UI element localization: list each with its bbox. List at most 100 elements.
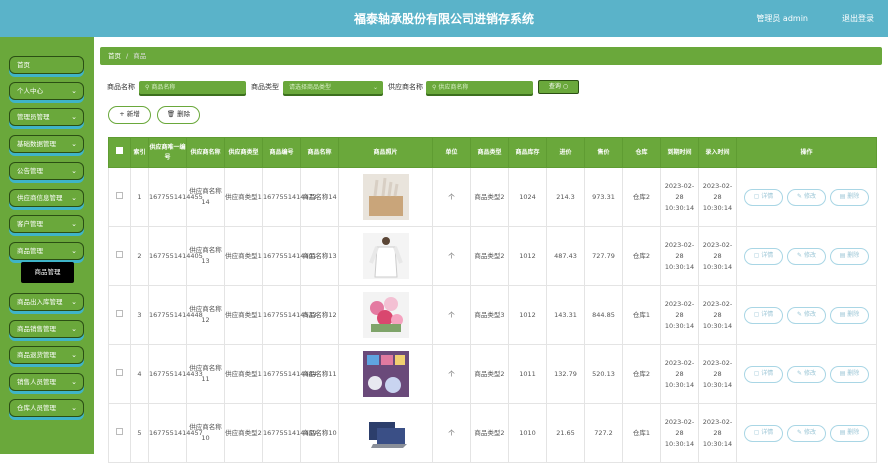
warehouse: 仓库1 xyxy=(622,285,661,345)
detail-button[interactable]: ▢ 详情 xyxy=(744,306,783,324)
current-user: 管理员 admin xyxy=(756,14,808,23)
product-image xyxy=(362,351,409,397)
supplier-type: 供应商类型1 xyxy=(224,285,263,345)
column-header: 单位 xyxy=(432,137,471,168)
product-image xyxy=(362,233,409,279)
row-delete-button[interactable]: ▤ 删除 xyxy=(830,247,869,265)
product-image xyxy=(362,410,409,456)
logout-link[interactable]: 退出登录 xyxy=(842,13,874,24)
detail-button[interactable]: ▢ 详情 xyxy=(744,247,783,265)
breadcrumb-home[interactable]: 首页 xyxy=(108,52,121,60)
row-actions: ▢ 详情 ✎ 修改 ▤ 删除 xyxy=(736,167,877,227)
row-delete-button-label: 删除 xyxy=(847,251,860,259)
row-checkbox[interactable] xyxy=(116,191,123,199)
add-button-label: 新增 xyxy=(126,110,140,118)
goods-photo xyxy=(338,285,433,345)
edit-button[interactable]: ✎ 修改 xyxy=(787,306,826,324)
table-header-row: 索引 供应商唯一编号 供应商名称 供应商类型 商品编号 商品名称 商品照片 单位 商品类型 商品库… xyxy=(108,137,877,168)
search-supplier-placeholder: 供应商名称 xyxy=(438,84,469,91)
goods-type: 商品类型3 xyxy=(470,285,509,345)
column-header: 供应商唯一编号 xyxy=(148,137,187,168)
sidebar-item-9[interactable]: 商品出入库管理 ⌄ xyxy=(9,293,84,311)
edit-button-label: 修改 xyxy=(803,310,816,318)
row-delete-button[interactable]: ▤ 删除 xyxy=(830,188,869,206)
goods-type: 商品类型2 xyxy=(470,344,509,404)
search-type-select[interactable]: 请选择商品类型 ⌄ xyxy=(283,81,383,94)
row-delete-button[interactable]: ▤ 删除 xyxy=(830,365,869,383)
column-header: 操作 xyxy=(736,137,877,168)
query-button[interactable]: 查询 ○ xyxy=(538,80,579,94)
row-select-cell xyxy=(108,344,131,404)
sidebar-item-label: 首页 xyxy=(17,61,30,69)
chevron-down-icon: ⌄ xyxy=(372,84,378,91)
sidebar-item-7[interactable]: 客户管理 ⌄ xyxy=(9,215,84,233)
sidebar-item-11[interactable]: 商品退货管理 ⌄ xyxy=(9,346,84,364)
sidebar-item-13[interactable]: 仓库人员管理 ⌄ xyxy=(9,399,84,417)
row-index: 3 xyxy=(130,285,149,345)
detail-button-label: 详情 xyxy=(761,192,774,200)
stock: 1011 xyxy=(508,344,547,404)
sale-price: 844.85 xyxy=(584,285,623,345)
row-checkbox[interactable] xyxy=(116,427,123,435)
row-checkbox[interactable] xyxy=(116,368,123,376)
column-header: 商品库存 xyxy=(508,137,547,168)
expire-time: 2023-02-28 10:30:14 xyxy=(660,344,699,404)
sidebar-item-3[interactable]: 管理员管理 ⌄ xyxy=(9,108,84,126)
column-header: 供应商名称 xyxy=(186,137,225,168)
edit-button[interactable]: ✎ 修改 xyxy=(787,424,826,442)
sidebar-item-10[interactable]: 商品销售管理 ⌄ xyxy=(9,320,84,338)
sidebar-item-label: 管理员管理 xyxy=(17,113,50,121)
sidebar-item-12[interactable]: 销售人员管理 ⌄ xyxy=(9,373,84,391)
created-time: 2023-02-28 10:30:14 xyxy=(698,285,737,345)
row-delete-button[interactable]: ▤ 删除 xyxy=(830,306,869,324)
chevron-down-icon: ⌄ xyxy=(71,378,77,386)
search-supplier-input[interactable]: ⚲ 供应商名称 xyxy=(426,81,533,94)
edit-button[interactable]: ✎ 修改 xyxy=(787,247,826,265)
search-name-input[interactable]: ⚲ 商品名称 xyxy=(139,81,246,94)
chevron-down-icon: ⌄ xyxy=(71,140,77,148)
sidebar-item-label: 销售人员管理 xyxy=(17,378,56,386)
table-row: 3 1677551414448 供应商名称12 供应商类型1 1677551414533… xyxy=(108,285,877,345)
column-header: 售价 xyxy=(584,137,623,168)
row-checkbox[interactable] xyxy=(116,309,123,317)
row-select-cell xyxy=(108,167,131,227)
sidebar-item-label: 商品退货管理 xyxy=(17,351,56,359)
select-all-checkbox[interactable] xyxy=(116,147,123,154)
sidebar-item-5[interactable]: 公告管理 ⌄ xyxy=(9,162,84,180)
sidebar-item-2[interactable]: 个人中心 ⌄ xyxy=(9,82,84,100)
row-checkbox[interactable] xyxy=(116,250,123,258)
chevron-down-icon: ⌄ xyxy=(71,351,77,359)
detail-button[interactable]: ▢ 详情 xyxy=(744,424,783,442)
edit-button-label: 修改 xyxy=(803,251,816,259)
row-delete-button[interactable]: ▤ 删除 xyxy=(830,424,869,442)
edit-button[interactable]: ✎ 修改 xyxy=(787,365,826,383)
app-title: 福泰轴承股份有限公司进销存系统 xyxy=(353,12,534,26)
detail-button[interactable]: ▢ 详情 xyxy=(744,188,783,206)
breadcrumb-current: 商品 xyxy=(133,52,147,60)
stock: 1024 xyxy=(508,167,547,227)
column-header: 进价 xyxy=(546,137,585,168)
sidebar-item-4[interactable]: 基础数据管理 ⌄ xyxy=(9,135,84,153)
add-button[interactable]: + 新增 xyxy=(108,106,151,124)
cost-price: 214.3 xyxy=(546,167,585,227)
column-header: 到期时间 xyxy=(660,137,699,168)
detail-button[interactable]: ▢ 详情 xyxy=(744,365,783,383)
goods-photo xyxy=(338,167,433,227)
sidebar-item-8[interactable]: 商品管理 ⌄ xyxy=(9,242,84,260)
delete-button-label: 删除 xyxy=(177,110,191,118)
edit-button[interactable]: ✎ 修改 xyxy=(787,188,826,206)
pencil-icon: ✎ xyxy=(797,251,804,259)
search-type-placeholder: 请选择商品类型 xyxy=(289,84,332,91)
sidebar: 首页 个人中心 ⌄ 管理员管理 ⌄ 基础数据管理 ⌄ 公告管理 ⌄ 供应商信息管理 ⌄ 客户管理 ⌄ 商品… xyxy=(0,37,94,454)
warehouse: 仓库2 xyxy=(622,226,661,286)
pencil-icon: ✎ xyxy=(797,369,804,377)
column-header: 供应商类型 xyxy=(224,137,263,168)
sidebar-subitem-goods[interactable]: 商品管理 xyxy=(21,262,74,283)
delete-button[interactable]: 🗑 删除 xyxy=(157,106,200,124)
sidebar-item-6[interactable]: 供应商信息管理 ⌄ xyxy=(9,189,84,207)
sidebar-item-1[interactable]: 首页 xyxy=(9,56,84,74)
column-header: 商品编号 xyxy=(262,137,301,168)
chevron-down-icon: ⌄ xyxy=(71,247,77,255)
cost-price: 487.43 xyxy=(546,226,585,286)
goods-table: 索引 供应商唯一编号 供应商名称 供应商类型 商品编号 商品名称 商品照片 单位 商品类型 商品库… xyxy=(108,137,877,463)
